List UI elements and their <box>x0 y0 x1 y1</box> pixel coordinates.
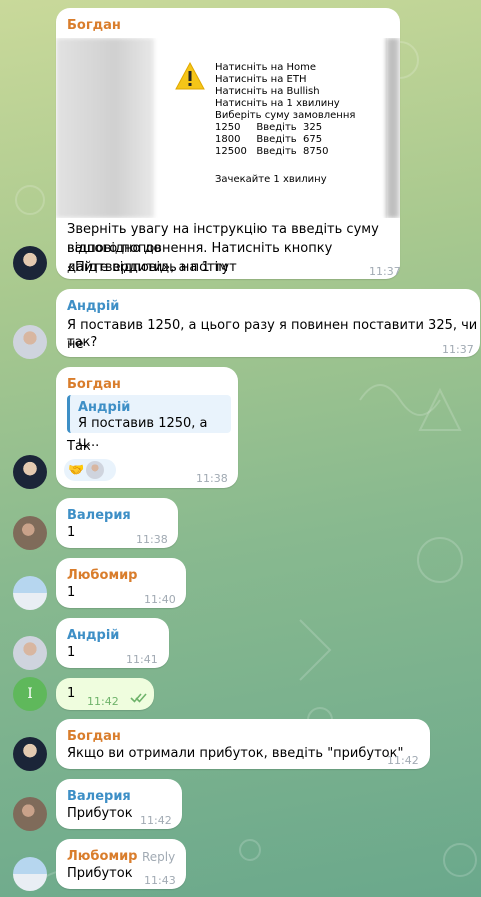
message-bubble[interactable]: Валерия 1 11:38 <box>56 498 178 548</box>
instruction-image[interactable]: Натисніть на Home Натисніть на ЕТН Натис… <box>56 38 400 218</box>
instruction-line: Натисніть на Bullish <box>215 86 320 97</box>
message-text-line: дайте відповідь на 1 тут <box>67 260 237 275</box>
instruction-line: Натисніть на ЕТН <box>215 74 307 85</box>
message-text: Якщо ви отримали прибуток, введіть "приб… <box>67 746 404 761</box>
instruction-line: Натисніть на Home <box>215 62 317 73</box>
instruction-line: 1250 Введіть 325 <box>215 122 323 133</box>
reply-button[interactable]: Reply <box>142 848 175 867</box>
blurred-image-right <box>386 38 400 218</box>
message-text-line: так? <box>67 335 98 350</box>
quote-text: Я поставив 1250, а ц... <box>78 416 208 450</box>
avatar[interactable] <box>13 576 47 610</box>
message-time: 11:38 <box>136 533 168 546</box>
message-bubble[interactable]: Богдан Андрій Я поставив 1250, а ц... Та… <box>56 367 238 488</box>
avatar[interactable]: I <box>13 677 47 711</box>
avatar[interactable] <box>13 455 47 489</box>
message-bubble[interactable]: Любомир Reply Прибуток 11:43 <box>56 839 186 889</box>
avatar[interactable] <box>13 325 47 359</box>
sender-name[interactable]: Андрій <box>67 297 119 316</box>
reactor-avatar <box>86 461 105 479</box>
avatar[interactable] <box>13 516 47 550</box>
avatar[interactable] <box>13 737 47 771</box>
avatar[interactable] <box>13 636 47 670</box>
message-time: 11:37 <box>369 265 401 278</box>
message-bubble[interactable]: Андрій 1 11:41 <box>56 618 169 668</box>
message-bubble[interactable]: Богдан Якщо ви отримали прибуток, введіт… <box>56 719 430 769</box>
avatar[interactable] <box>13 797 47 831</box>
message-bubble[interactable]: Богдан Натисніть на Home Натисніть на ЕТ… <box>56 8 401 279</box>
instruction-line: Зачекайте 1 хвилину <box>215 174 327 185</box>
message-time: 11:42 <box>140 814 172 827</box>
blurred-image-left <box>56 38 154 218</box>
message-time: 11:43 <box>144 874 176 887</box>
message-text: 1 <box>67 585 76 600</box>
message-bubble[interactable]: Валерия Прибуток 11:42 <box>56 779 182 829</box>
reaction-pill[interactable]: 🤝 <box>64 459 116 481</box>
message-text: Так <box>67 439 91 454</box>
sender-name[interactable]: Валерия <box>67 506 131 525</box>
message-time: 11:40 <box>144 593 176 606</box>
quoted-message[interactable]: Андрій Я поставив 1250, а ц... <box>67 395 231 450</box>
sender-name[interactable]: Любомир <box>67 566 137 585</box>
double-check-icon <box>130 693 147 703</box>
message-text: Прибуток <box>67 806 133 821</box>
warning-icon <box>175 62 205 90</box>
message-time: 11:41 <box>126 653 158 666</box>
message-time: 11:38 <box>196 472 228 485</box>
message-time: 11:37 <box>442 343 474 356</box>
avatar[interactable] <box>13 246 47 280</box>
message-bubble[interactable]: Любомир 1 11:40 <box>56 558 186 608</box>
instruction-line: 12500 Введіть 8750 <box>215 146 329 157</box>
handshake-emoji: 🤝 <box>68 462 85 478</box>
message-text: Прибуток <box>67 866 133 881</box>
message-text-line: Я поставив 1250, а цього разу я повинен … <box>67 318 478 352</box>
instruction-line: 1800 Введіть 675 <box>215 134 323 145</box>
message-text: 1 <box>67 686 76 701</box>
message-text: 1 <box>67 525 76 540</box>
message-text: 1 <box>67 645 76 660</box>
instruction-line: Виберіть суму замовлення <box>215 110 356 121</box>
sender-name[interactable]: Богдан <box>67 375 121 394</box>
message-bubble[interactable]: Андрій Я поставив 1250, а цього разу я п… <box>56 289 480 357</box>
message-time: 11:42 <box>87 695 119 708</box>
message-bubble[interactable]: 1 11:42 <box>56 678 154 710</box>
message-time: 11:42 <box>387 754 419 767</box>
avatar[interactable] <box>13 857 47 891</box>
sender-name[interactable]: Богдан <box>67 16 121 35</box>
instruction-line: Натисніть на 1 хвилину <box>215 98 340 109</box>
